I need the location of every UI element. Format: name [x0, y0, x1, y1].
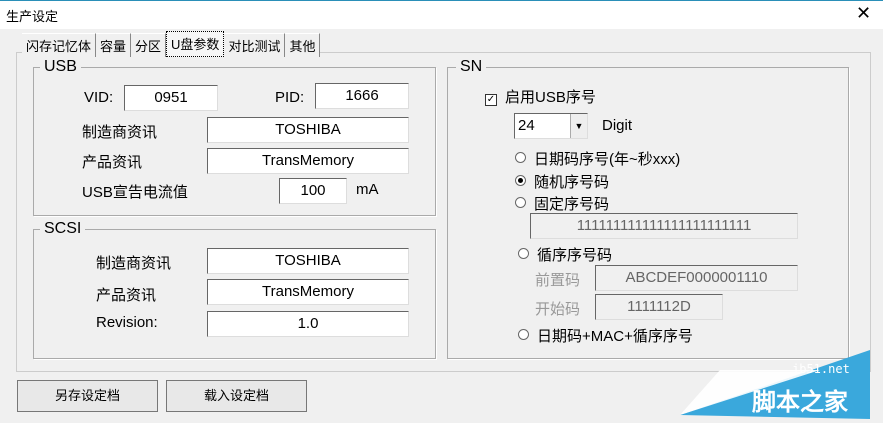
scsi-vendor-label: 制造商资讯: [96, 255, 172, 272]
usb-product-label: 产品资讯: [82, 154, 143, 171]
current-input[interactable]: 100: [279, 178, 347, 204]
pid-input[interactable]: 1666: [315, 83, 409, 109]
prefix-input[interactable]: ABCDEF0000001110: [595, 265, 798, 291]
usb-group-label: USB: [40, 58, 81, 76]
radio-date[interactable]: 日期码序号(年~秒xxx): [515, 148, 680, 169]
tab-capacity[interactable]: 容量: [96, 33, 132, 57]
close-button[interactable]: ✕: [856, 3, 871, 24]
prefix-label: 前置码: [535, 272, 581, 289]
scsi-group-label: SCSI: [40, 220, 86, 238]
current-unit: mA: [356, 181, 379, 198]
title-bar: [0, 0, 883, 29]
revision-input[interactable]: 1.0: [207, 311, 409, 337]
tab-partition[interactable]: 分区: [131, 33, 167, 57]
radio-date-mac[interactable]: 日期码+MAC+循序序号: [518, 325, 693, 346]
scsi-product-input[interactable]: TransMemory: [207, 279, 409, 305]
radio-icon: [518, 329, 529, 340]
enable-sn-checkbox[interactable]: ✓ 启用USB序号: [485, 86, 596, 107]
scsi-vendor-input[interactable]: TOSHIBA: [207, 248, 409, 274]
window-title: 生产设定: [6, 9, 59, 24]
start-input[interactable]: 1111112D: [595, 294, 723, 320]
radio-date-label: 日期码序号(年~秒xxx): [534, 151, 681, 168]
radio-icon: [518, 248, 529, 259]
tab-usb-params[interactable]: U盘参数: [166, 31, 225, 57]
radio-random-label: 随机序号码: [534, 174, 610, 191]
revision-label: Revision:: [96, 314, 158, 331]
load-config-button[interactable]: 载入设定档: [166, 380, 307, 412]
scsi-product-label: 产品资讯: [96, 287, 157, 304]
enable-sn-label: 启用USB序号: [505, 89, 596, 106]
watermark-logo: jb51.net 脚本之家: [680, 330, 883, 419]
sn-group-label: SN: [456, 58, 487, 76]
radio-random[interactable]: 随机序号码: [515, 171, 609, 192]
start-label: 开始码: [535, 301, 581, 318]
tab-compare-test[interactable]: 对比测试: [224, 33, 286, 57]
usb-product-input[interactable]: TransMemory: [207, 148, 409, 174]
vid-label: VID:: [84, 89, 114, 106]
radio-fixed[interactable]: 固定序号码: [515, 193, 609, 214]
fixed-serial-input[interactable]: 111111111111111111111111: [530, 213, 798, 239]
digit-label: Digit: [602, 117, 633, 134]
radio-icon: [515, 152, 526, 163]
save-config-button[interactable]: 另存设定档: [17, 380, 158, 412]
radio-selected-icon: [515, 175, 526, 186]
current-label: USB宣告电流值: [82, 184, 188, 201]
chevron-down-icon[interactable]: ▼: [570, 114, 587, 138]
radio-seq-label: 循序序号码: [537, 247, 613, 264]
digits-select[interactable]: 24 ▼: [514, 113, 588, 139]
watermark-site: jb51.net: [792, 362, 850, 376]
checkbox-check-icon: ✓: [485, 94, 497, 106]
digits-value: 24: [518, 117, 535, 134]
radio-fixed-label: 固定序号码: [534, 196, 610, 213]
tab-other[interactable]: 其他: [285, 33, 321, 57]
radio-icon: [515, 197, 526, 208]
watermark-name: 脚本之家: [752, 389, 848, 416]
tab-flash[interactable]: 闪存记忆体: [22, 33, 97, 57]
radio-mac-label: 日期码+MAC+循序序号: [537, 328, 693, 345]
radio-sequential[interactable]: 循序序号码: [518, 244, 612, 265]
vid-input[interactable]: 0951: [124, 85, 218, 111]
pid-label: PID:: [275, 89, 305, 106]
tab-bar: 闪存记忆体 容量 分区 U盘参数 对比测试 其他: [22, 31, 321, 57]
usb-vendor-input[interactable]: TOSHIBA: [207, 117, 409, 143]
usb-vendor-label: 制造商资讯: [82, 124, 158, 141]
